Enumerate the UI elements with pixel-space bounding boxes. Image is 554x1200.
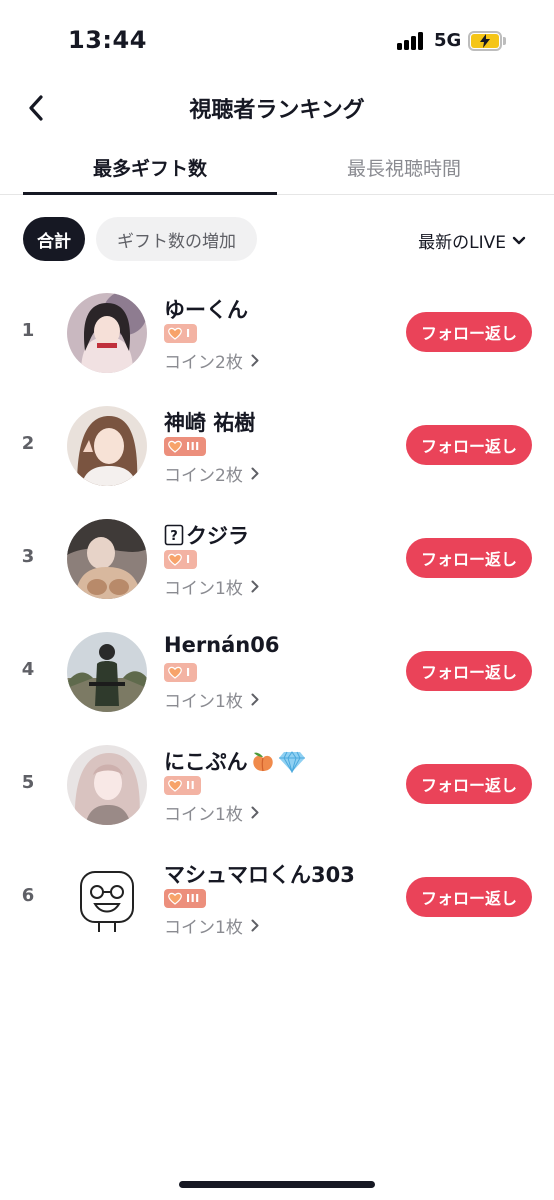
viewer-name: Hernán06 <box>164 633 280 657</box>
heart-icon <box>168 892 182 905</box>
viewer-name-row: ? クジラ <box>164 520 249 550</box>
gem-icon <box>278 751 305 773</box>
tab-indicator <box>23 192 277 195</box>
fan-level-badge: III <box>164 889 206 908</box>
heart-icon <box>168 666 182 679</box>
follow-back-button[interactable]: フォロー返し <box>406 538 532 578</box>
follow-back-button[interactable]: フォロー返し <box>406 425 532 465</box>
coins-link[interactable]: コイン1枚 <box>164 574 259 599</box>
avatar[interactable] <box>67 293 147 373</box>
peach-icon <box>252 752 273 772</box>
follow-back-button[interactable]: フォロー返し <box>406 312 532 352</box>
follow-back-button[interactable]: フォロー返し <box>406 651 532 691</box>
fan-level-badge: I <box>164 663 197 682</box>
coins-link[interactable]: コイン1枚 <box>164 800 259 825</box>
coins-count: コイン1枚 <box>164 692 243 712</box>
fan-level-badge: III <box>164 437 206 456</box>
rank-number: 1 <box>21 320 35 341</box>
coins-link[interactable]: コイン2枚 <box>164 461 259 486</box>
viewer-name: マシュマロくん303 <box>164 863 355 887</box>
viewer-row[interactable]: 6 マシュマロくん303 III コイン1枚 フォロー返し <box>0 841 554 953</box>
chevron-right-icon <box>251 919 259 932</box>
follow-back-button[interactable]: フォロー返し <box>406 877 532 917</box>
heart-icon <box>168 553 182 566</box>
coins-count: コイン1枚 <box>164 918 243 938</box>
chevron-right-icon <box>251 354 259 367</box>
chevron-right-icon <box>251 693 259 706</box>
viewer-name-row: にこぷん <box>164 746 306 776</box>
avatar[interactable] <box>67 745 147 825</box>
heart-icon <box>168 327 182 340</box>
status-bar: 13:44 5G <box>0 0 554 80</box>
tab-bar: 最多ギフト数 最長視聴時間 <box>0 140 554 195</box>
battery-icon <box>468 31 506 51</box>
follow-back-button[interactable]: フォロー返し <box>406 764 532 804</box>
home-indicator[interactable] <box>179 1181 375 1188</box>
fan-level: III <box>186 440 200 453</box>
viewer-name: クジラ <box>186 524 249 548</box>
fan-level-badge: I <box>164 550 197 569</box>
unknown-glyph-icon: ? <box>164 524 184 546</box>
viewer-row[interactable]: 3 ? クジラ I コイン1枚 フォロー返し <box>0 502 554 614</box>
chevron-right-icon <box>251 467 259 480</box>
chevron-down-icon <box>512 236 526 244</box>
heart-icon <box>168 440 182 453</box>
filter-chip-gift-increase[interactable]: ギフト数の増加 <box>96 217 257 261</box>
rank-number: 6 <box>21 885 35 906</box>
coins-link[interactable]: コイン1枚 <box>164 687 259 712</box>
tab-longest-watch-time[interactable]: 最長視聴時間 <box>277 154 531 181</box>
fan-level-badge: II <box>164 776 202 795</box>
avatar[interactable] <box>67 519 147 599</box>
coins-count: コイン1枚 <box>164 579 243 599</box>
avatar[interactable] <box>67 858 147 938</box>
chevron-right-icon <box>251 806 259 819</box>
fan-level: III <box>186 892 200 905</box>
filter-chip-total[interactable]: 合計 <box>23 217 85 261</box>
viewer-name: 神崎 祐樹 <box>164 411 256 435</box>
live-select-label: 最新のLIVE <box>418 233 506 253</box>
viewer-name: にこぷん <box>164 750 248 774</box>
rank-number: 3 <box>21 546 35 567</box>
chevron-right-icon <box>251 580 259 593</box>
rank-number: 2 <box>21 433 35 454</box>
coins-count: コイン2枚 <box>164 466 243 486</box>
viewer-row[interactable]: 5 にこぷん II コイン1枚 フォロー返し <box>0 728 554 840</box>
avatar[interactable] <box>67 632 147 712</box>
viewer-row[interactable]: 1 ゆーくん I コイン2枚 フォロー返し <box>0 276 554 388</box>
fan-level: I <box>186 553 191 566</box>
live-select-dropdown[interactable]: 最新のLIVE <box>418 228 526 253</box>
network-type: 5G <box>434 30 462 51</box>
viewer-row[interactable]: 4 Hernán06 I コイン1枚 フォロー返し <box>0 615 554 727</box>
viewer-name: ゆーくん <box>164 298 248 322</box>
fan-level: I <box>186 327 191 340</box>
page-title: 視聴者ランキング <box>189 98 365 123</box>
fan-level-badge: I <box>164 324 197 343</box>
svg-text:?: ? <box>170 529 178 544</box>
coins-count: コイン1枚 <box>164 805 243 825</box>
coins-count: コイン2枚 <box>164 353 243 373</box>
rank-number: 5 <box>21 772 35 793</box>
coins-link[interactable]: コイン2枚 <box>164 348 259 373</box>
heart-icon <box>168 779 182 792</box>
filter-bar: 合計 ギフト数の増加 最新のLIVE <box>0 216 554 264</box>
header: 視聴者ランキング <box>0 80 554 136</box>
avatar[interactable] <box>67 406 147 486</box>
viewer-row[interactable]: 2 神崎 祐樹 III コイン2枚 フォロー返し <box>0 389 554 501</box>
coins-link[interactable]: コイン1枚 <box>164 913 259 938</box>
rank-number: 4 <box>21 659 35 680</box>
fan-level: II <box>186 779 196 792</box>
signal-icon <box>397 32 427 50</box>
fan-level: I <box>186 666 191 679</box>
tab-most-gifts[interactable]: 最多ギフト数 <box>23 154 277 181</box>
status-time: 13:44 <box>68 26 147 54</box>
